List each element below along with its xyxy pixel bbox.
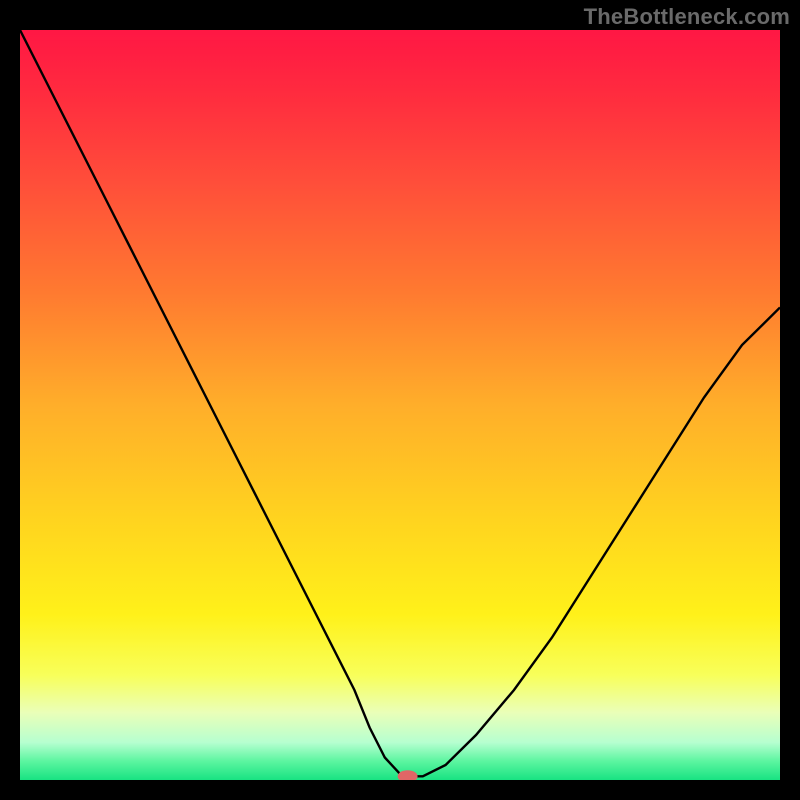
watermark-label: TheBottleneck.com — [584, 4, 790, 30]
chart-frame: TheBottleneck.com — [0, 0, 800, 800]
chart-svg — [20, 30, 780, 780]
chart-background — [20, 30, 780, 780]
chart-plot-area — [20, 30, 780, 780]
